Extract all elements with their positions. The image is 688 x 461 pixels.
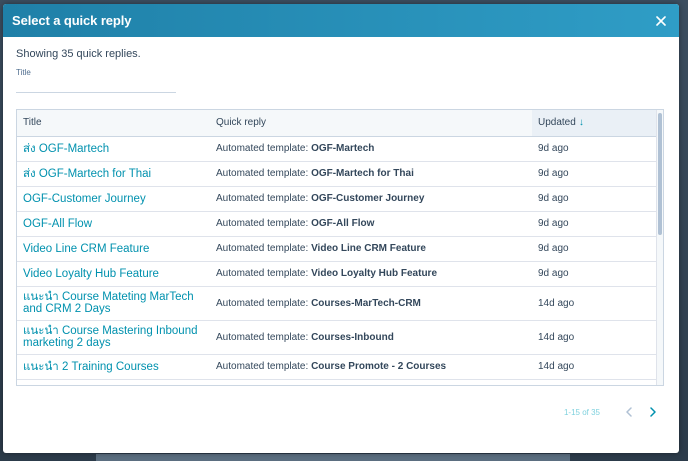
title-cell: Video Line CRM Feature bbox=[17, 236, 210, 262]
table-row[interactable]: Video Loyalty Hub Feature Automated templ… bbox=[17, 261, 657, 287]
template-name: Courses-MarTech-CRM bbox=[311, 297, 421, 309]
close-icon bbox=[656, 15, 666, 26]
updated-cell: 14d ago bbox=[532, 354, 657, 380]
quick-reply-cell: Automated template: Courses-Inbound bbox=[210, 320, 532, 355]
table-row[interactable]: แนะนำ 2 Training Courses Automated templa… bbox=[17, 354, 657, 380]
scrollbar-thumb[interactable] bbox=[658, 113, 662, 235]
quick-replies-table: Title Quick reply Updated ↓ ส่ง OGF-Marte… bbox=[16, 109, 664, 386]
previous-page-button[interactable] bbox=[622, 405, 636, 419]
column-header-quick-reply[interactable]: Quick reply bbox=[210, 110, 532, 137]
template-prefix: Automated template: bbox=[216, 243, 309, 254]
template-prefix: Automated template: bbox=[216, 297, 309, 309]
modal-body: Showing 35 quick replies. Title Title Qu… bbox=[3, 37, 679, 453]
sort-descending-icon: ↓ bbox=[578, 117, 584, 129]
quick-reply-cell: Automated template: Video Line CRM Featu… bbox=[210, 236, 532, 262]
quick-reply-title-link[interactable]: ส่ง OGF-Martech for Thai bbox=[23, 168, 204, 180]
table-scrollbar[interactable] bbox=[656, 110, 663, 385]
table-row[interactable]: OGF-All Flow Automated template: OGF-All … bbox=[17, 211, 657, 237]
backdrop-strip bbox=[96, 454, 570, 461]
search-label: Title bbox=[16, 68, 31, 77]
template-name: Courses-Inbound bbox=[311, 331, 394, 343]
quick-reply-cell: Automated template: OGF-Martech bbox=[210, 136, 532, 162]
modal-header: Select a quick reply bbox=[3, 4, 679, 37]
quick-reply-cell: Automated template: OGF-All Flow bbox=[210, 211, 532, 237]
page-range-text: 1-15 of 35 bbox=[563, 407, 600, 417]
results-count: Showing 35 quick replies. bbox=[16, 48, 141, 60]
template-prefix: Automated template: bbox=[216, 268, 309, 279]
quick-reply-cell: Automated template: Courses-MarTech-CRM bbox=[210, 286, 532, 321]
column-header-title[interactable]: Title bbox=[17, 110, 210, 137]
updated-cell: 9d ago bbox=[532, 161, 657, 187]
table-row[interactable]: ส่ง OGF-Martech for Thai Automated templa… bbox=[17, 161, 657, 187]
template-name: Video Line CRM Feature bbox=[311, 243, 426, 254]
quick-reply-title-link[interactable]: แนะนำ Course Mateting MarTech and CRM 2 … bbox=[23, 291, 204, 315]
title-cell: OGF-Customer Journey bbox=[17, 186, 210, 212]
quick-reply-title-link[interactable]: แนะนำ Course Mastering Inbound marketing… bbox=[23, 325, 204, 349]
chevron-left-icon bbox=[626, 407, 632, 417]
column-header-updated-label: Updated bbox=[538, 117, 576, 129]
column-header-updated[interactable]: Updated ↓ bbox=[532, 110, 657, 137]
updated-cell: 9d ago bbox=[532, 261, 657, 287]
template-name: Video Loyalty Hub Feature bbox=[311, 268, 438, 279]
table-row[interactable]: Video Line CRM Feature Automated template… bbox=[17, 236, 657, 262]
title-cell: แนะนำ Course Mastering Inbound marketing… bbox=[17, 320, 210, 355]
quick-reply-title-link[interactable]: OGF-All Flow bbox=[23, 218, 204, 230]
close-button[interactable] bbox=[653, 13, 669, 29]
title-cell: แนะนำ 2 Training Courses bbox=[17, 354, 210, 380]
quick-reply-cell: Automated template: OGF-Martech for Thai bbox=[210, 161, 532, 187]
quick-reply-cell: Automated template: Video Loyalty Hub Fe… bbox=[210, 261, 532, 287]
title-cell: แนะนำ Course Mateting MarTech and CRM 2 … bbox=[17, 286, 210, 321]
chevron-right-icon bbox=[650, 407, 656, 417]
template-prefix: Automated template: bbox=[216, 361, 309, 372]
quick-reply-title-link[interactable]: Video Line CRM Feature bbox=[23, 243, 204, 255]
table-row[interactable]: แนะนำ Course Mastering Inbound marketing… bbox=[17, 320, 657, 355]
template-name: OGF-Martech bbox=[311, 143, 375, 154]
table-row[interactable]: แนะนำ Course Mateting MarTech and CRM 2 … bbox=[17, 286, 657, 321]
template-name: OGF-Customer Journey bbox=[311, 193, 425, 204]
table-header-row: Title Quick reply Updated ↓ bbox=[17, 110, 657, 137]
updated-cell: 14d ago bbox=[532, 320, 657, 355]
quick-reply-cell: Automated template: OGF-Customer Journey bbox=[210, 186, 532, 212]
updated-cell: 14d ago bbox=[532, 286, 657, 321]
title-cell: Video Loyalty Hub Feature bbox=[17, 261, 210, 287]
template-prefix: Automated template: bbox=[216, 168, 309, 179]
quick-reply-modal: Select a quick reply Showing 35 quick re… bbox=[3, 4, 679, 453]
table-row[interactable]: ส่ง OGF-Martech Automated template: OGF-M… bbox=[17, 136, 657, 162]
updated-cell: 9d ago bbox=[532, 136, 657, 162]
template-prefix: Automated template: bbox=[216, 193, 309, 204]
updated-cell: 9d ago bbox=[532, 211, 657, 237]
template-name: Course Promote - 2 Courses bbox=[311, 361, 447, 372]
pagination: 1-15 of 35 bbox=[564, 405, 660, 419]
updated-cell: 9d ago bbox=[532, 236, 657, 262]
modal-title: Select a quick reply bbox=[12, 13, 132, 28]
template-name: OGF-Martech for Thai bbox=[311, 168, 414, 179]
title-cell: ส่ง OGF-Martech for Thai bbox=[17, 161, 210, 187]
template-prefix: Automated template: bbox=[216, 331, 309, 343]
title-search-input[interactable] bbox=[16, 81, 176, 93]
next-page-button[interactable] bbox=[646, 405, 660, 419]
quick-reply-title-link[interactable]: Video Loyalty Hub Feature bbox=[23, 268, 204, 280]
quick-reply-title-link[interactable]: ส่ง OGF-Martech bbox=[23, 143, 204, 155]
table-row[interactable]: OGF-Customer Journey Automated template: … bbox=[17, 186, 657, 212]
quick-reply-cell: Automated template: Course Promote - 2 C… bbox=[210, 354, 532, 380]
template-prefix: Automated template: bbox=[216, 218, 309, 229]
updated-cell: 9d ago bbox=[532, 186, 657, 212]
template-prefix: Automated template: bbox=[216, 143, 309, 154]
title-cell: OGF-All Flow bbox=[17, 211, 210, 237]
quick-reply-title-link[interactable]: แนะนำ 2 Training Courses bbox=[23, 361, 204, 373]
template-name: OGF-All Flow bbox=[311, 218, 375, 229]
title-cell: ส่ง OGF-Martech bbox=[17, 136, 210, 162]
quick-reply-title-link[interactable]: OGF-Customer Journey bbox=[23, 193, 204, 205]
